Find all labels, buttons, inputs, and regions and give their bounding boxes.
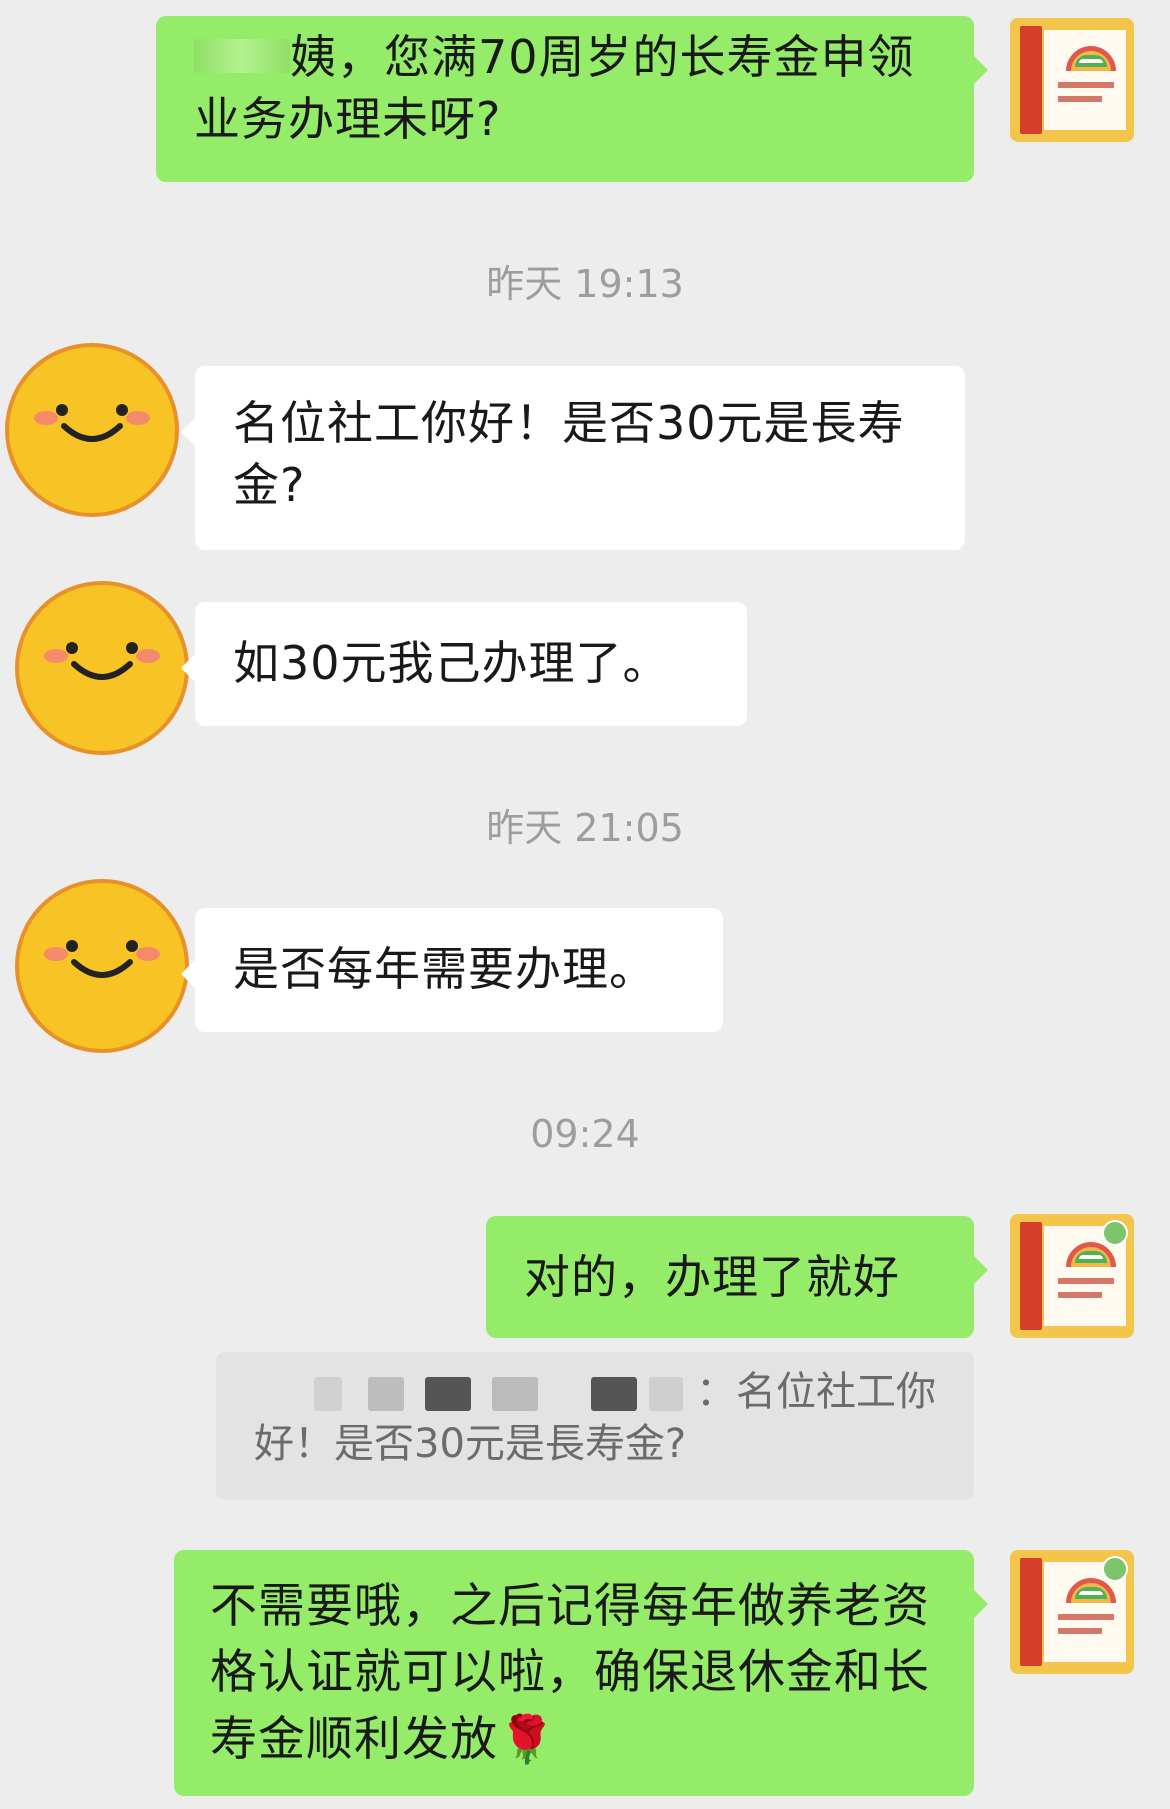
logo-text-line — [1058, 1614, 1114, 1620]
outgoing-avatar[interactable] — [1010, 18, 1134, 142]
rose-emoji: 🌹 — [498, 1712, 557, 1766]
message-timestamp: 昨天 21:05 — [486, 806, 684, 850]
chat-message-list[interactable]: 姨，您满70周岁的长寿金申领业务办理未呀? 昨天 19:13 名位社工你好！是否… — [0, 0, 1170, 1809]
logo-text-line — [1058, 1278, 1114, 1284]
rainbow-icon — [1066, 1242, 1116, 1267]
logo-text-line — [1058, 1292, 1102, 1298]
logo-stripe — [1020, 1222, 1042, 1330]
outgoing-avatar[interactable] — [1010, 1550, 1134, 1674]
message-text: 是否每年需要办理。 — [233, 942, 656, 996]
message-text: 如30元我己办理了。 — [233, 636, 670, 690]
smiley-avatar-icon[interactable] — [12, 876, 192, 1056]
badge-icon — [1102, 1556, 1128, 1582]
quote-text: ：名位社工你 — [696, 1369, 936, 1415]
redacted-name — [649, 1377, 684, 1411]
rainbow-icon — [1066, 1578, 1116, 1603]
message-bubble-incoming[interactable]: 是否每年需要办理。 — [181, 908, 723, 1032]
logo-stripe — [1020, 1558, 1042, 1666]
redacted-name — [194, 39, 290, 73]
message-text: 姨，您满70周岁的长寿金申领业务办理未呀? — [194, 30, 915, 146]
message-bubble-incoming[interactable]: 如30元我己办理了。 — [181, 602, 747, 726]
redacted-name — [368, 1377, 405, 1411]
smiley-avatar-icon[interactable] — [12, 578, 192, 758]
message-text: 不需要哦，之后记得每年做养老资格认证就可以啦，确保退休金和长寿金顺利发放 — [210, 1579, 930, 1767]
logo-card — [1044, 30, 1126, 130]
redacted-name — [313, 1377, 342, 1411]
message-bubble-incoming[interactable]: 名位社工你好！是否30元是長寿金? — [181, 366, 965, 550]
message-text: 名位社工你好！是否30元是長寿金? — [233, 396, 905, 512]
quote-line-1: ：名位社工你 — [254, 1366, 936, 1418]
logo-text-line — [1058, 82, 1114, 88]
rainbow-icon — [1066, 46, 1116, 71]
message-bubble-outgoing[interactable]: 姨，您满70周岁的长寿金申领业务办理未呀? — [156, 16, 988, 182]
message-timestamp: 09:24 — [530, 1112, 640, 1156]
message-bubble-outgoing[interactable]: 对的，办理了就好 — [486, 1216, 988, 1338]
redacted-name — [425, 1377, 472, 1411]
outgoing-avatar[interactable] — [1010, 1214, 1134, 1338]
quoted-message[interactable]: ：名位社工你 好！是否30元是長寿金? — [216, 1352, 974, 1500]
badge-icon — [1102, 1220, 1128, 1246]
message-bubble-outgoing[interactable]: 不需要哦，之后记得每年做养老资格认证就可以啦，确保退休金和长寿金顺利发放🌹 — [174, 1550, 988, 1796]
redacted-name — [590, 1377, 637, 1411]
quote-line-2: 好！是否30元是長寿金? — [254, 1421, 687, 1467]
redacted-name — [491, 1377, 538, 1411]
logo-stripe — [1020, 26, 1042, 134]
smiley-avatar-icon[interactable] — [2, 340, 182, 520]
message-timestamp: 昨天 19:13 — [486, 262, 684, 306]
logo-text-line — [1058, 1628, 1102, 1634]
message-text: 对的，办理了就好 — [524, 1250, 900, 1304]
logo-text-line — [1058, 96, 1102, 102]
